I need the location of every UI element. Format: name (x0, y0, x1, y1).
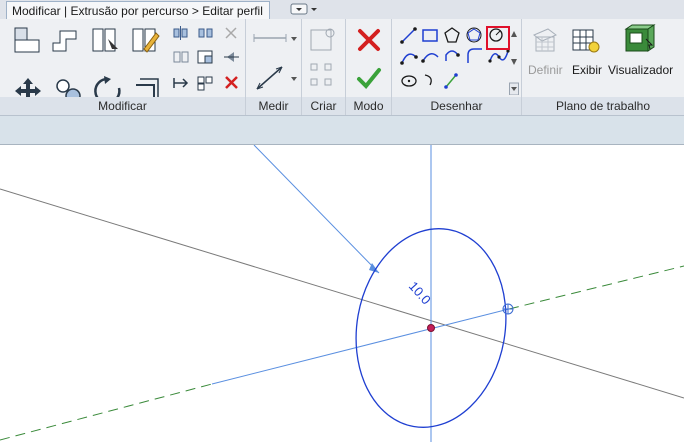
tab-label: Modificar | Extrusão por percurso > Edit… (12, 4, 263, 18)
create-group-icon (310, 63, 332, 86)
dimension-leader-line (253, 144, 380, 274)
panel-work-plane-label: Plano de trabalho (522, 97, 684, 115)
options-bar (0, 116, 684, 145)
tangent-arc-tool-icon[interactable] (445, 50, 460, 61)
measure-distance-icon (253, 34, 287, 42)
show-work-plane-icon[interactable] (570, 25, 600, 55)
unpin-icon (225, 27, 237, 39)
polygon-tool-icon[interactable] (444, 27, 460, 43)
delete-icon[interactable] (222, 75, 242, 91)
array-icon[interactable] (196, 75, 216, 91)
define-work-plane-button: Definir (528, 63, 563, 77)
panel-modify: Modificar (0, 19, 246, 115)
dimension-icon[interactable] (252, 63, 288, 93)
arc-start-end-tool-icon[interactable] (400, 53, 418, 65)
inscribed-polygon-tool-icon[interactable] (466, 27, 482, 43)
panel-modify-label: Modificar (0, 97, 245, 115)
arc-center-tool-icon[interactable] (421, 53, 439, 63)
reference-line (0, 188, 684, 399)
work-plane-viewer-icon[interactable] (622, 23, 656, 55)
modify-select-icon[interactable] (12, 25, 42, 55)
circle-center-point[interactable] (427, 324, 435, 332)
tab-modify-sweep-edit-profile[interactable]: Modificar | Extrusão por percurso > Edit… (6, 1, 270, 20)
sketch-view[interactable]: 10.0 (0, 144, 684, 442)
panel-work-plane: Definir Exibir Visualizador Plano de tra… (522, 19, 684, 115)
panel-toggle-button[interactable] (290, 3, 320, 16)
create-component-icon (310, 28, 335, 51)
work-plane-viewer-button[interactable]: Visualizador (608, 63, 673, 77)
panel-mode: Modo (346, 19, 392, 115)
split-icon[interactable] (171, 75, 191, 91)
ribbon: Modificar Medir Criar Modo Desenhar Defi… (0, 19, 684, 116)
draw-gallery-scroll[interactable] (509, 25, 519, 95)
pick-lines-tool-icon[interactable] (444, 73, 458, 89)
edit-pencil-icon[interactable] (130, 25, 160, 55)
line-tool-icon[interactable] (400, 27, 417, 44)
offset-icon[interactable] (196, 25, 216, 41)
radius-dimension-label[interactable]: 10.0 (406, 279, 434, 308)
panel-create: Criar (302, 19, 346, 115)
panel-create-label: Criar (302, 97, 345, 115)
define-work-plane-icon (533, 28, 557, 52)
pin-icon[interactable] (222, 49, 242, 65)
fillet-arc-tool-icon[interactable] (467, 48, 482, 63)
panel-measure-label: Medir (246, 97, 301, 115)
panel-draw: Desenhar (392, 19, 522, 115)
mirror-axis-icon[interactable] (171, 49, 191, 65)
ellipse-tool-icon[interactable] (401, 75, 417, 87)
rectangle-tool-icon[interactable] (422, 29, 438, 42)
measure-dropdown-icon[interactable] (290, 35, 298, 43)
path-line-left (0, 383, 213, 441)
path-line-right (508, 265, 684, 310)
panel-toggle-icon (290, 3, 317, 15)
dimension-dropdown-icon[interactable] (290, 75, 298, 83)
panel-draw-label: Desenhar (392, 97, 521, 115)
spline-tool-icon[interactable] (488, 49, 510, 63)
mirror-draw-icon[interactable] (196, 49, 216, 65)
paste-join-icon[interactable] (50, 25, 82, 55)
drawing-canvas[interactable]: 10.0 (0, 144, 684, 442)
snap-point-icon[interactable] (502, 303, 514, 315)
align-icon[interactable] (171, 25, 191, 41)
panel-mode-label: Modo (346, 97, 391, 115)
partial-ellipse-tool-icon[interactable] (424, 74, 432, 86)
cancel-edit-mode-icon[interactable] (356, 27, 382, 53)
show-work-plane-button[interactable]: Exibir (572, 63, 602, 77)
finish-edit-mode-icon[interactable] (356, 65, 382, 91)
cut-geometry-icon[interactable] (90, 25, 120, 55)
panel-measure: Medir (246, 19, 302, 115)
circle-tool-highlight (486, 26, 510, 50)
ribbon-tab-bar: Modificar | Extrusão por percurso > Edit… (0, 0, 684, 20)
